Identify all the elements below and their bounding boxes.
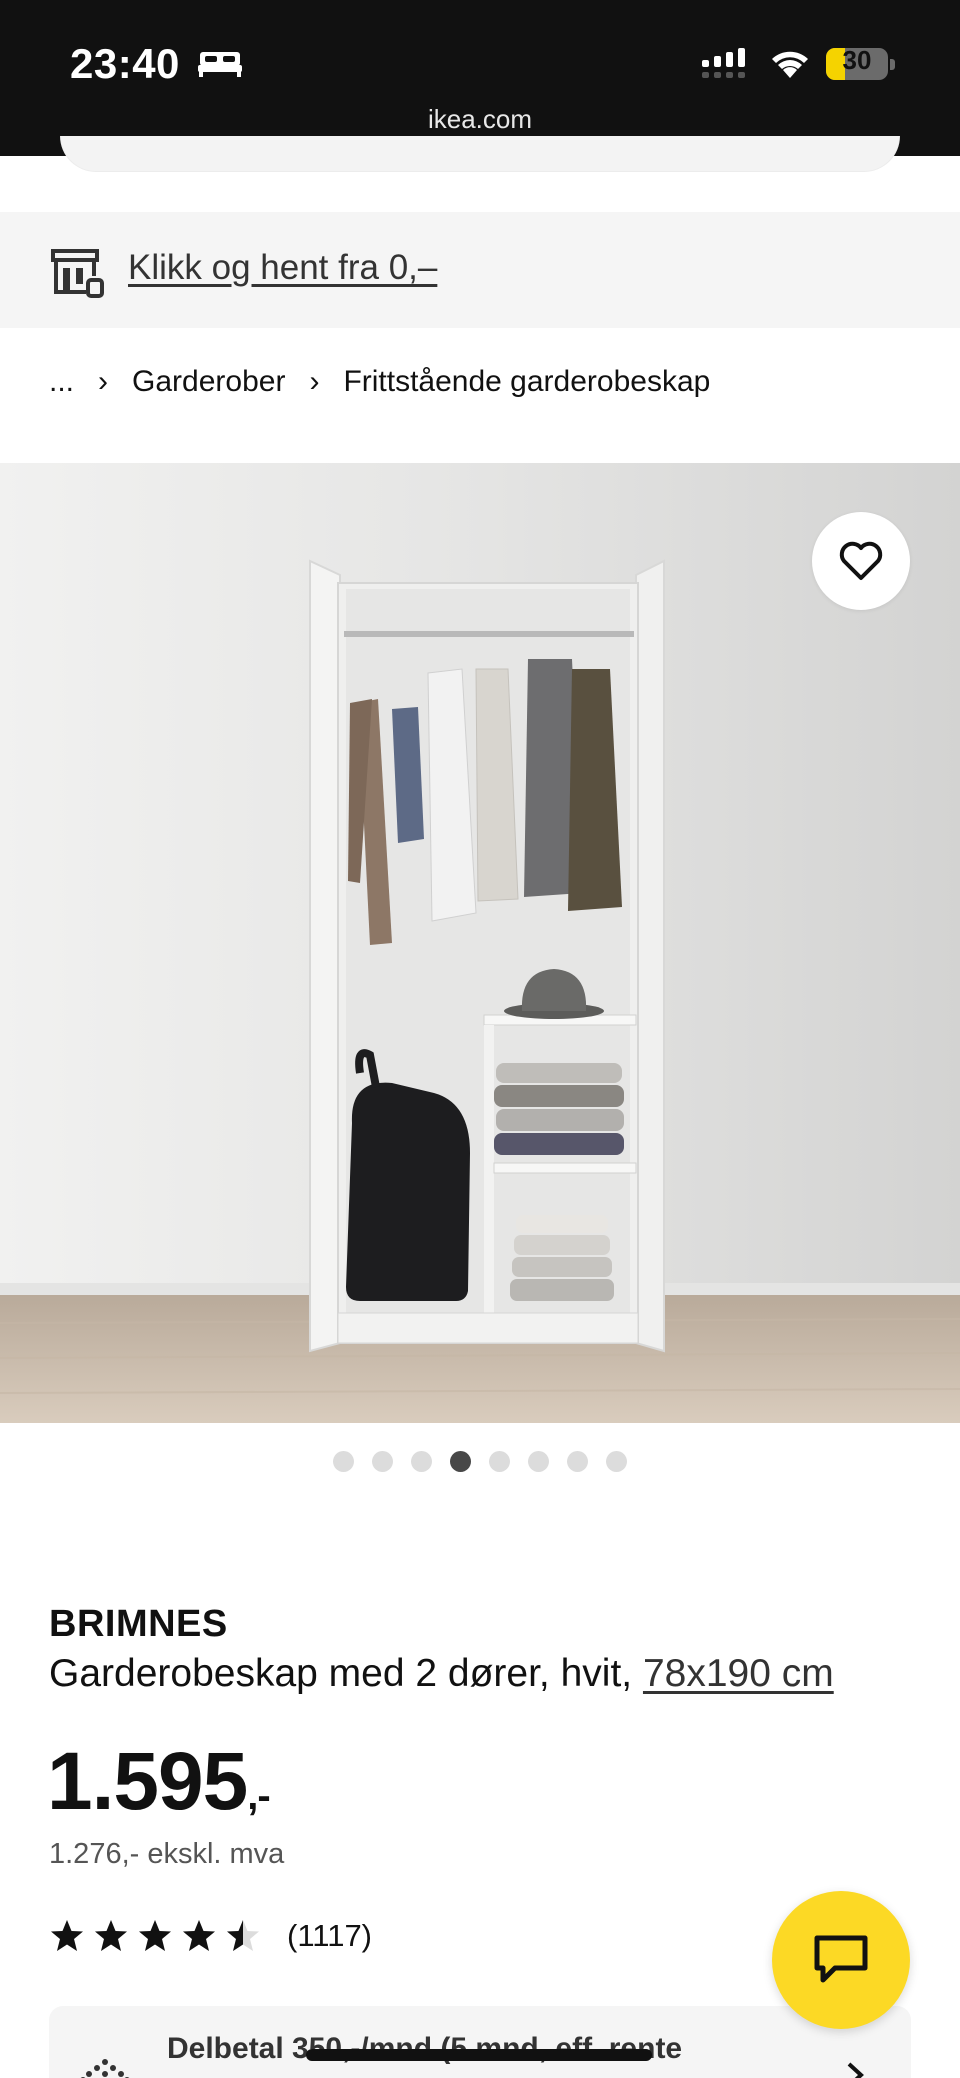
carousel-dot[interactable] — [489, 1451, 510, 1472]
heart-icon — [839, 541, 883, 580]
star-icon — [227, 1920, 259, 1951]
wardrobe-product-image — [0, 463, 960, 1423]
click-collect-banner: Klikk og hent fra 0,– — [0, 212, 960, 328]
rating-stars — [49, 1918, 261, 1954]
carousel-dot[interactable] — [606, 1451, 627, 1472]
carousel-dot[interactable] — [567, 1451, 588, 1472]
review-count[interactable]: (1117) — [287, 1918, 372, 1954]
breadcrumb-wardrobes[interactable]: Garderober — [132, 365, 285, 399]
url-label[interactable]: ikea.com — [0, 104, 960, 135]
star-icon — [139, 1920, 171, 1951]
star-icon — [183, 1920, 215, 1951]
carousel-dot[interactable] — [333, 1451, 354, 1472]
product-image[interactable] — [0, 463, 960, 1423]
product-rating[interactable]: (1117) — [49, 1918, 372, 1954]
carousel-dot[interactable] — [411, 1451, 432, 1472]
chevron-right-icon: › — [98, 365, 109, 398]
store-pickup-icon — [51, 249, 104, 298]
star-icon — [51, 1920, 83, 1951]
star-icon — [95, 1920, 127, 1951]
status-time: 23:40 — [70, 40, 180, 87]
carousel-dot[interactable] — [372, 1451, 393, 1472]
breadcrumb-ellipsis[interactable]: ... — [49, 365, 74, 399]
battery-level: 30 — [842, 45, 872, 75]
home-indicator[interactable] — [306, 2049, 652, 2061]
cellular-signal-icon — [702, 48, 745, 78]
chat-icon — [814, 1935, 868, 1983]
chevron-right-icon — [847, 2062, 864, 2078]
chat-button[interactable] — [772, 1891, 910, 2029]
price-ex-vat: 1.276,- ekskl. mva — [49, 1838, 285, 1870]
installment-card[interactable]: Delbetal 350,-/mnd (5 mnd, eff. rente — [49, 2006, 911, 2078]
wifi-icon — [772, 51, 808, 78]
breadcrumb-freestanding-wardrobes[interactable]: Frittstående garderobeskap — [343, 365, 710, 399]
carousel-dot[interactable] — [528, 1451, 549, 1472]
carousel-dot[interactable] — [450, 1451, 471, 1472]
breadcrumb: ... › Garderober › Frittstående garderob… — [49, 360, 710, 404]
favorite-button[interactable] — [812, 512, 910, 610]
price-value: 1.595 — [47, 1736, 248, 1827]
product-description-text: Garderobeskap med 2 dører, hvit, — [49, 1652, 643, 1695]
chevron-right-icon: › — [309, 365, 320, 398]
bed-icon — [198, 52, 242, 77]
product-brand: BRIMNES — [49, 1603, 228, 1645]
product-price: 1.595,- — [47, 1735, 271, 1829]
product-description: Garderobeskap med 2 dører, hvit, 78x190 … — [49, 1652, 834, 1696]
battery-icon: 30 — [826, 44, 896, 82]
payment-icon — [80, 2059, 130, 2078]
product-size-link[interactable]: 78x190 cm — [643, 1652, 834, 1695]
click-collect-link[interactable]: Klikk og hent fra 0,– — [128, 248, 437, 288]
price-suffix: ,- — [247, 1774, 270, 1818]
status-bar: 23:40 30 ikea.com — [0, 0, 960, 156]
image-carousel-dots[interactable] — [0, 1451, 960, 1477]
search-bar[interactable] — [60, 136, 900, 172]
